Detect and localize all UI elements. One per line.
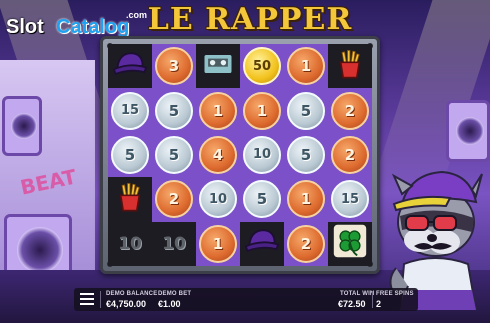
ten-symbol: 10	[162, 233, 186, 254]
reel-cell: 10	[152, 222, 196, 266]
reel-cell: 2	[328, 88, 372, 133]
reel-cell: 1	[284, 44, 328, 89]
bronze-coin-symbol: 2	[287, 224, 325, 263]
reel-cell	[108, 177, 152, 221]
bronze-coin-symbol: 1	[287, 47, 325, 86]
reel-cell: 10	[196, 177, 240, 222]
bronze-coin-symbol: 1	[287, 180, 325, 219]
hat-icon	[244, 223, 280, 264]
menu-icon[interactable]	[80, 293, 94, 305]
silver-coin-symbol: 5	[243, 180, 281, 219]
total-win-value: €72.50	[338, 299, 366, 309]
free-spins-value: 2	[376, 299, 382, 309]
total-win-label: TOTAL WIN	[340, 291, 375, 297]
bronze-coin-symbol: 4	[199, 135, 237, 174]
demo-bet-value: €1.00	[158, 299, 181, 309]
reel-cell	[108, 44, 152, 88]
reel-cell: 1	[196, 221, 240, 266]
reel-cell: 3	[152, 44, 196, 89]
silver-coin-symbol: 15	[111, 91, 149, 130]
ten-symbol: 10	[118, 233, 142, 254]
reel-cell	[196, 44, 240, 88]
reel-cell: 5	[152, 88, 196, 133]
silver-coin-symbol: 15	[331, 180, 369, 219]
reel-cell: 5	[108, 132, 152, 178]
reel-cell: 15	[328, 177, 372, 222]
reel-cell: 5	[152, 132, 196, 178]
speaker-left-top	[2, 96, 42, 156]
reel-cell: 10	[108, 222, 152, 266]
speaker-right	[446, 100, 490, 162]
watermark-slot: Slot	[6, 16, 44, 38]
silver-coin-symbol: 5	[155, 135, 193, 174]
reel-cell	[328, 44, 372, 88]
reel-cell: 2	[152, 177, 196, 222]
silver-coin-symbol: 5	[287, 135, 325, 174]
bronze-coin-symbol: 2	[155, 180, 193, 219]
bronze-coin-symbol: 1	[199, 91, 237, 130]
free-spins-label: FREE SPINS	[376, 291, 414, 297]
reel-cell: 5	[240, 177, 284, 222]
reel-cell: 10	[240, 132, 284, 178]
reel-grid: 3 50 1 15 5 1 1 5 2 5 5 4 10 5 2 2 10 5 1 15 10 10 1 2	[108, 44, 372, 266]
reel-cell: 2	[328, 132, 372, 178]
gold-coin-symbol: 50	[243, 47, 281, 86]
bronze-coin-symbol: 2	[331, 135, 369, 174]
bar-divider	[100, 291, 101, 308]
hat-icon	[112, 46, 148, 87]
clover-icon	[332, 223, 368, 264]
demo-balance-label: DEMO BALANCE	[106, 291, 158, 297]
reel-cell: 5	[284, 132, 328, 178]
cassette-icon	[200, 46, 236, 87]
silver-coin-symbol: 10	[199, 180, 237, 219]
bronze-coin-symbol: 3	[155, 47, 193, 86]
game-title: LE RAPPER	[147, 2, 353, 37]
reel-cell: 5	[284, 88, 328, 133]
reel-cell: 2	[284, 221, 328, 266]
reel-cell: 1	[284, 177, 328, 222]
reel-cell: 1	[196, 88, 240, 133]
reel-cell: 50	[240, 44, 284, 89]
reel-cell: 15	[108, 88, 152, 133]
silver-coin-symbol: 5	[111, 135, 149, 174]
reel-cell	[240, 222, 284, 266]
bronze-coin-symbol: 1	[199, 224, 237, 263]
demo-balance-value: €4,750.00	[106, 299, 147, 309]
reel-cell: 4	[196, 132, 240, 178]
reel-cell: 1	[240, 88, 284, 133]
bronze-coin-symbol: 2	[331, 91, 369, 130]
bar-divider	[372, 291, 373, 308]
silver-coin-symbol: 5	[287, 91, 325, 130]
fries-icon	[333, 47, 367, 86]
demo-bet-label: DEMO BET	[158, 291, 192, 297]
silver-coin-symbol: 5	[155, 91, 193, 130]
silver-coin-symbol: 10	[243, 135, 281, 174]
fries-icon	[113, 180, 147, 219]
bronze-coin-symbol: 1	[243, 91, 281, 130]
reel-cell	[328, 222, 372, 266]
